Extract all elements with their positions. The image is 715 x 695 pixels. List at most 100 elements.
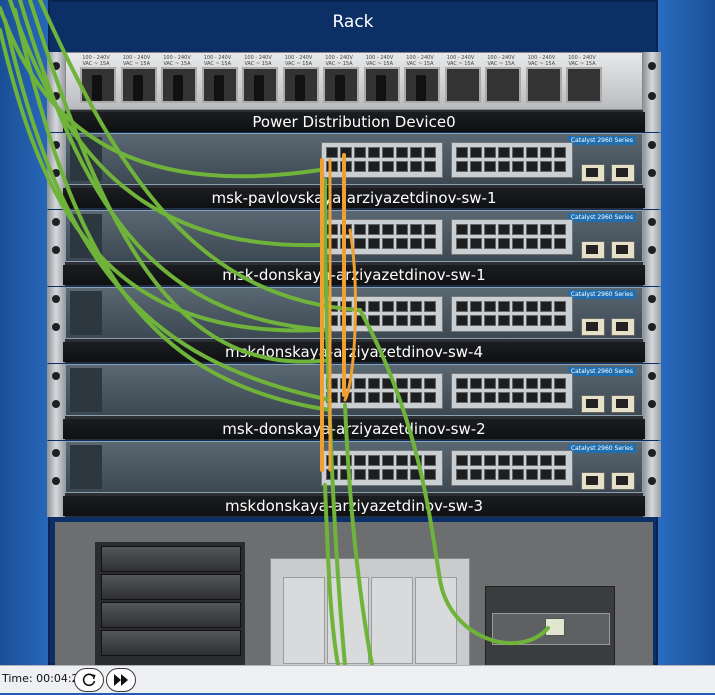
- ethernet-port[interactable]: [470, 224, 482, 235]
- power-outlet[interactable]: [161, 67, 197, 103]
- power-outlet[interactable]: [242, 67, 278, 103]
- ethernet-port[interactable]: [368, 238, 380, 249]
- ethernet-port[interactable]: [484, 161, 496, 172]
- ethernet-port[interactable]: [498, 315, 510, 326]
- ethernet-port[interactable]: [456, 161, 468, 172]
- ethernet-port[interactable]: [456, 469, 468, 480]
- blade-slot[interactable]: [101, 574, 241, 600]
- ethernet-port[interactable]: [396, 392, 408, 403]
- ethernet-port[interactable]: [512, 392, 524, 403]
- switch-unit[interactable]: Catalyst 2960 Series msk-donskaya-arziyaz…: [47, 210, 661, 286]
- ethernet-port[interactable]: [354, 147, 366, 158]
- ethernet-port[interactable]: [424, 301, 436, 312]
- power-plug[interactable]: [213, 75, 224, 101]
- network-card[interactable]: [492, 613, 610, 645]
- ethernet-port[interactable]: [554, 455, 566, 466]
- ethernet-port[interactable]: [456, 392, 468, 403]
- ethernet-port[interactable]: [396, 469, 408, 480]
- ethernet-port[interactable]: [456, 238, 468, 249]
- power-plug[interactable]: [294, 75, 305, 101]
- ethernet-port[interactable]: [456, 315, 468, 326]
- ethernet-port[interactable]: [396, 238, 408, 249]
- ethernet-port[interactable]: [554, 224, 566, 235]
- blade-slot[interactable]: [101, 602, 241, 628]
- ethernet-port[interactable]: [484, 469, 496, 480]
- ethernet-port[interactable]: [526, 161, 538, 172]
- ethernet-port[interactable]: [326, 161, 338, 172]
- ethernet-port[interactable]: [554, 378, 566, 389]
- power-outlet[interactable]: [80, 67, 116, 103]
- ethernet-port[interactable]: [340, 315, 352, 326]
- ethernet-port[interactable]: [354, 161, 366, 172]
- ethernet-port[interactable]: [554, 392, 566, 403]
- ethernet-port[interactable]: [512, 378, 524, 389]
- power-outlet[interactable]: [282, 67, 319, 103]
- ethernet-port[interactable]: [396, 455, 408, 466]
- reset-time-button[interactable]: [74, 668, 104, 692]
- ethernet-port[interactable]: [326, 469, 338, 480]
- ethernet-port[interactable]: [512, 224, 524, 235]
- ethernet-port[interactable]: [498, 469, 510, 480]
- ethernet-port[interactable]: [396, 161, 408, 172]
- sfp-port[interactable]: [611, 164, 635, 182]
- ethernet-port[interactable]: [498, 161, 510, 172]
- ethernet-port[interactable]: [368, 469, 380, 480]
- blade-slot[interactable]: [101, 630, 241, 656]
- ethernet-port[interactable]: [526, 224, 538, 235]
- ethernet-port[interactable]: [540, 147, 552, 158]
- ethernet-port[interactable]: [512, 238, 524, 249]
- power-outlet[interactable]: [120, 67, 157, 103]
- ethernet-port[interactable]: [498, 301, 510, 312]
- ethernet-port[interactable]: [368, 315, 380, 326]
- ethernet-port[interactable]: [368, 455, 380, 466]
- ethernet-port[interactable]: [340, 378, 352, 389]
- ethernet-port[interactable]: [484, 378, 496, 389]
- ethernet-port[interactable]: [540, 455, 552, 466]
- ethernet-port[interactable]: [484, 315, 496, 326]
- ethernet-port[interactable]: [410, 392, 422, 403]
- ethernet-port[interactable]: [382, 238, 394, 249]
- ethernet-port[interactable]: [498, 392, 510, 403]
- ethernet-port[interactable]: [340, 238, 352, 249]
- ethernet-port[interactable]: [545, 618, 565, 636]
- power-outlet[interactable]: [444, 67, 481, 103]
- ethernet-port[interactable]: [526, 238, 538, 249]
- blade-slot[interactable]: [101, 546, 241, 572]
- ethernet-port[interactable]: [396, 378, 408, 389]
- ethernet-port[interactable]: [540, 224, 552, 235]
- power-plug[interactable]: [132, 75, 143, 101]
- ethernet-port[interactable]: [470, 301, 482, 312]
- ethernet-port[interactable]: [498, 378, 510, 389]
- ethernet-port[interactable]: [368, 224, 380, 235]
- ethernet-port[interactable]: [554, 238, 566, 249]
- sfp-port[interactable]: [611, 395, 635, 413]
- ethernet-port[interactable]: [540, 378, 552, 389]
- sfp-port[interactable]: [611, 472, 635, 490]
- ethernet-port[interactable]: [456, 378, 468, 389]
- sfp-port[interactable]: [581, 241, 605, 259]
- power-outlet[interactable]: [566, 67, 602, 103]
- ethernet-port[interactable]: [326, 392, 338, 403]
- ethernet-port[interactable]: [368, 392, 380, 403]
- ethernet-port[interactable]: [526, 378, 538, 389]
- ethernet-port[interactable]: [498, 238, 510, 249]
- power-outlet[interactable]: [404, 67, 440, 103]
- ethernet-port[interactable]: [368, 378, 380, 389]
- ethernet-port[interactable]: [424, 455, 436, 466]
- power-plug[interactable]: [92, 75, 102, 101]
- ethernet-port[interactable]: [456, 455, 468, 466]
- ethernet-port[interactable]: [410, 147, 422, 158]
- power-plug[interactable]: [254, 75, 264, 101]
- ethernet-port[interactable]: [498, 224, 510, 235]
- pdu-unit[interactable]: 100 - 240V VAC ~ 15A 50/60 Hz100 - 240V …: [47, 52, 661, 132]
- ethernet-port[interactable]: [382, 469, 394, 480]
- ethernet-port[interactable]: [540, 301, 552, 312]
- sfp-port[interactable]: [581, 472, 605, 490]
- ethernet-port[interactable]: [526, 301, 538, 312]
- ethernet-port[interactable]: [512, 469, 524, 480]
- ethernet-port[interactable]: [354, 301, 366, 312]
- ethernet-port[interactable]: [340, 455, 352, 466]
- ethernet-port[interactable]: [354, 469, 366, 480]
- power-plug[interactable]: [173, 75, 183, 101]
- ethernet-port[interactable]: [484, 238, 496, 249]
